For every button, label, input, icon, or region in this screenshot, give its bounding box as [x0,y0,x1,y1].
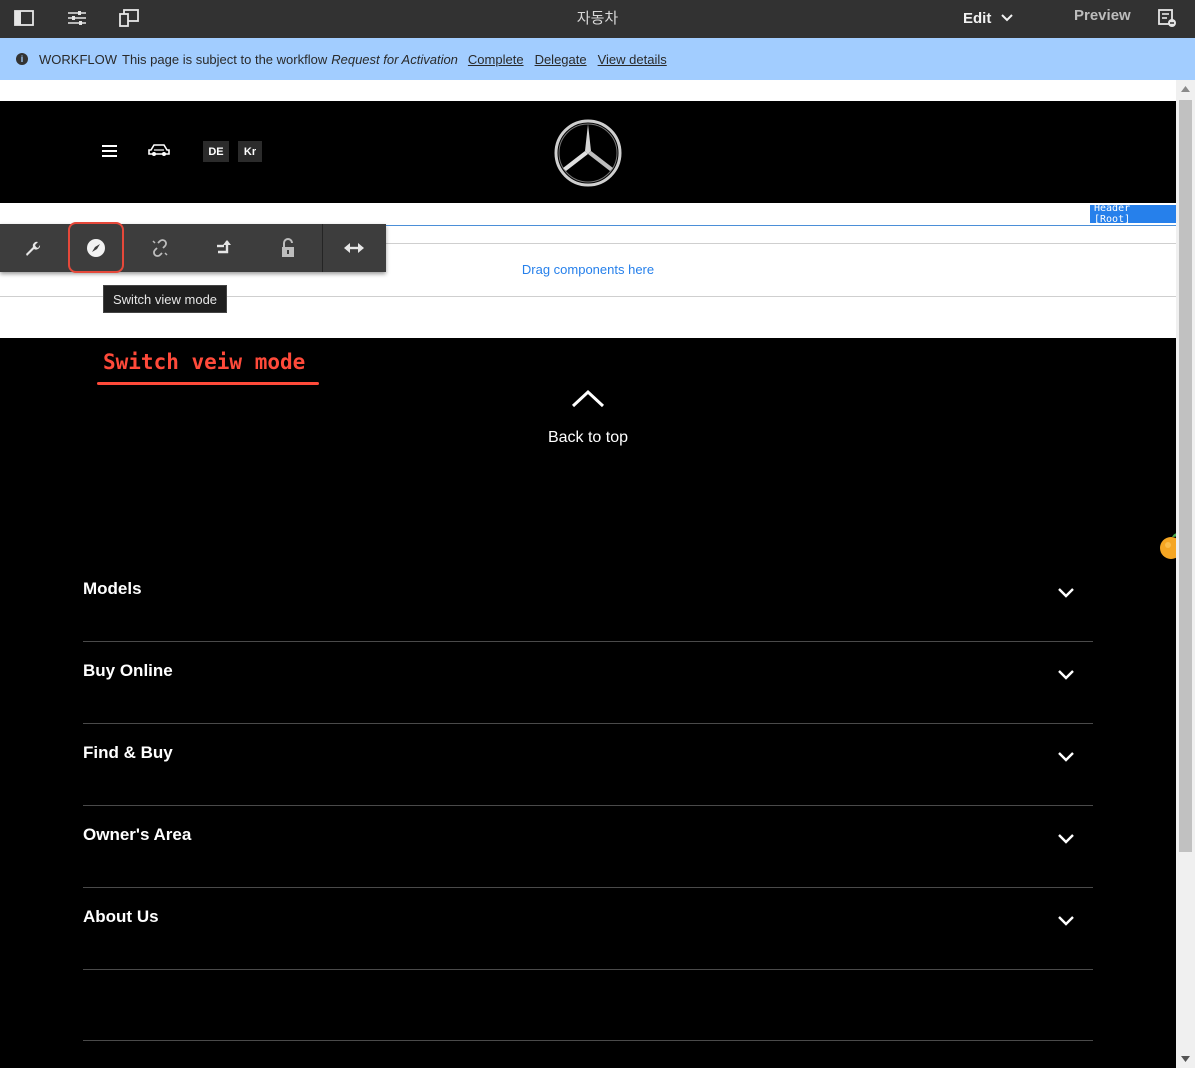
mercedes-star-logo[interactable] [553,118,623,188]
scroll-up-arrow-icon[interactable] [1176,80,1195,98]
edit-label: Edit [963,9,992,27]
scroll-down-arrow-icon[interactable] [1176,1050,1195,1068]
workflow-message: This page is subject to the workflow [122,51,328,67]
vertical-scrollbar[interactable] [1176,80,1195,1068]
delegate-link[interactable]: Delegate [535,52,587,67]
unlink-button[interactable] [128,224,192,272]
annotation-text: Switch veiw mode [103,350,306,374]
horizontal-resize-icon [344,243,364,253]
side-panel-icon[interactable] [12,7,36,29]
wrench-icon [26,241,41,256]
chevron-down-icon [1058,588,1074,598]
footer-section-about-us[interactable]: About Us [83,888,1093,970]
unlock-icon [282,238,294,257]
annotation-underline [97,382,319,385]
component-toolbar [0,224,386,272]
back-to-top-label: Back to top [547,429,629,446]
footer-section-label: Buy Online [83,661,173,680]
footer-section-owners-area[interactable]: Owner's Area [83,806,1093,888]
footer-section-label: Models [83,579,142,598]
orange-icon[interactable] [1158,530,1176,560]
footer-section-models[interactable]: Models [83,560,1093,642]
layout-button[interactable] [322,224,386,272]
configure-button[interactable] [0,224,64,272]
site-header[interactable]: DE Kr [0,101,1176,203]
footer-section-label: About Us [83,907,159,926]
view-details-link[interactable]: View details [598,52,667,67]
chevron-down-icon [1058,916,1074,926]
menu-icon[interactable] [102,145,117,157]
highlight-box [68,222,124,273]
footer-divider [83,1040,1093,1041]
top-spacer [0,80,1176,101]
footer-section-find-buy[interactable]: Find & Buy [83,724,1093,806]
parent-icon [217,240,231,254]
chevron-up-icon [571,389,605,408]
editor-topbar: 자동차 Edit Preview [0,0,1195,38]
footer-section-label: Owner's Area [83,825,192,844]
lang-kr-button[interactable]: Kr [238,141,262,162]
scrollbar-thumb[interactable] [1179,100,1192,852]
chevron-down-icon [1058,752,1074,762]
annotations-icon[interactable] [1155,7,1179,29]
workflow-name: Request for Activation [331,51,458,67]
tooltip: Switch view mode [103,285,228,313]
chevron-down-icon [1058,834,1074,844]
emulator-icon[interactable] [117,7,141,29]
page-properties-icon[interactable] [65,7,89,29]
page-title: 자동차 [576,10,619,27]
broken-link-icon [152,239,168,257]
unlock-button[interactable] [256,224,320,272]
chevron-down-icon [1001,14,1014,22]
lang-de-button[interactable]: DE [203,141,229,162]
back-to-top-link[interactable]: Back to top [500,388,676,447]
workflow-label: WORKFLOW [39,51,117,67]
preview-button[interactable]: Preview [1074,7,1131,24]
workflow-banner: i WORKFLOW This page is subject to the w… [0,38,1195,80]
footer-section-buy-online[interactable]: Buy Online [83,642,1093,724]
chevron-down-icon [1058,670,1074,680]
car-icon[interactable] [148,143,170,162]
edit-mode-dropdown[interactable]: Edit [963,6,1014,30]
complete-link[interactable]: Complete [468,52,524,67]
footer-section-label: Find & Buy [83,743,173,762]
info-icon: i [16,53,28,65]
header-root-tag: Header [Root] [1090,203,1176,225]
parent-button[interactable] [192,224,256,272]
